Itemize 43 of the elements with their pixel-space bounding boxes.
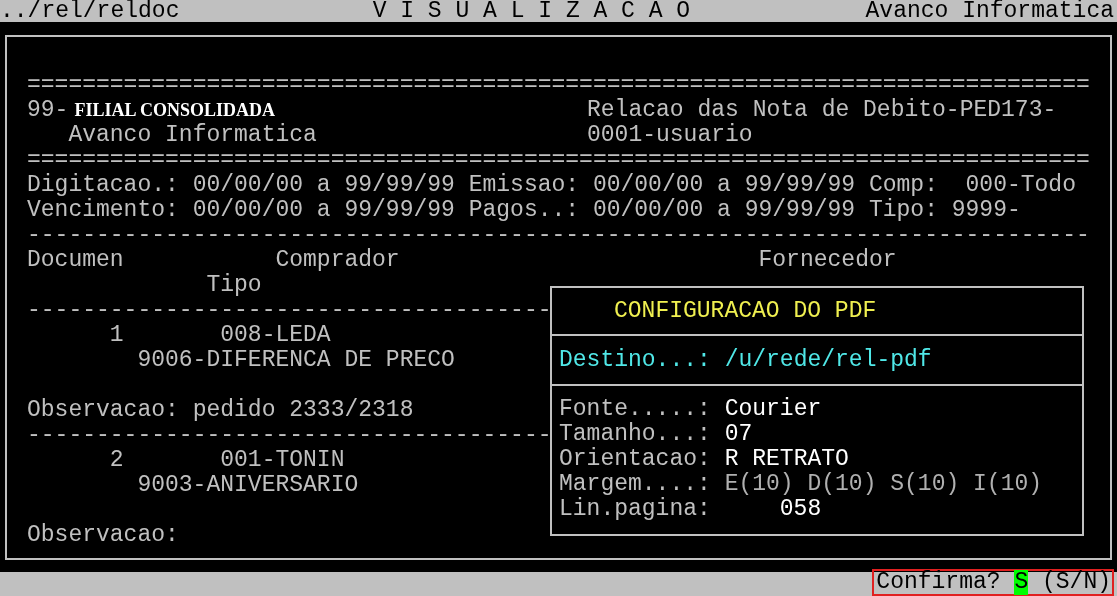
- rule-line: --------------------------------------: [27, 423, 552, 448]
- column-header: Fornecedor: [758, 248, 897, 273]
- branch-name: FILIAL CONSOLIDADA: [74, 99, 275, 122]
- observation-text: Observacao:: [27, 523, 179, 548]
- screen-title: V I S U A L I Z A C A O: [372, 0, 691, 22]
- field-label: Fonte.....:: [559, 397, 711, 422]
- dialog-title: CONFIGURACAO DO PDF: [614, 298, 877, 324]
- branch-code: 99-: [27, 98, 69, 123]
- report-user: 0001-usuario: [587, 123, 753, 148]
- buyer-text: 001-TONIN: [220, 448, 345, 473]
- column-header: Comprador: [275, 248, 400, 273]
- field-value: E(10) D(10) S(10) I(10): [724, 472, 1043, 497]
- field-label: Margem....:: [559, 472, 711, 497]
- filter-line: Digitacao.: 00/00/00 a 99/99/99 Emissao: 00/00/00 a 99/99/99 Comp: 000-Todo: [27, 173, 1076, 198]
- type-text: 9006-DIFERENCA DE PRECO: [137, 348, 455, 373]
- report-title: Relacao das Nota de Debito-PED173-: [587, 98, 1057, 123]
- buyer-text: 008-LEDA: [220, 323, 331, 348]
- rule-line: =============================================================================: [27, 148, 1090, 173]
- field-label: Destino...:: [559, 347, 711, 373]
- prompt-hint: (S/N): [1042, 570, 1111, 595]
- company-name: Avanco Informatica: [68, 123, 317, 148]
- answer-field[interactable]: S: [1014, 570, 1029, 595]
- field-label: Tamanho...:: [559, 422, 711, 447]
- field-value: Courier: [724, 397, 822, 422]
- field-value: 058: [778, 497, 822, 522]
- field-label: Orientacao:: [559, 447, 711, 472]
- column-header: Documen: [27, 248, 124, 273]
- rule-line: -----------------------------------------------------------------------------: [27, 223, 1090, 248]
- document-number: 2: [109, 448, 124, 473]
- destination-value: /u/rede/rel-pdf: [724, 347, 932, 373]
- field-label: Lin.pagina:: [559, 497, 711, 522]
- rule-line: --------------------------------------: [27, 298, 552, 323]
- company-name: Avanco Informatica: [865, 0, 1114, 22]
- field-value: R RETRATO: [724, 447, 849, 472]
- path-text: ../rel/reldoc: [0, 0, 180, 22]
- column-header: Tipo: [206, 273, 262, 298]
- type-text: 9003-ANIVERSARIO: [137, 473, 359, 498]
- prompt-label: Confirma?: [876, 570, 1001, 595]
- field-value: 07: [724, 422, 753, 447]
- filter-line: Vencimento: 00/00/00 a 99/99/99 Pagos..: 00/00/00 a 99/99/99 Tipo: 9999-: [27, 198, 1021, 223]
- document-number: 1: [109, 323, 124, 348]
- observation-text: Observacao: pedido 2333/2318: [27, 398, 414, 423]
- rule-line: =============================================================================: [27, 73, 1090, 98]
